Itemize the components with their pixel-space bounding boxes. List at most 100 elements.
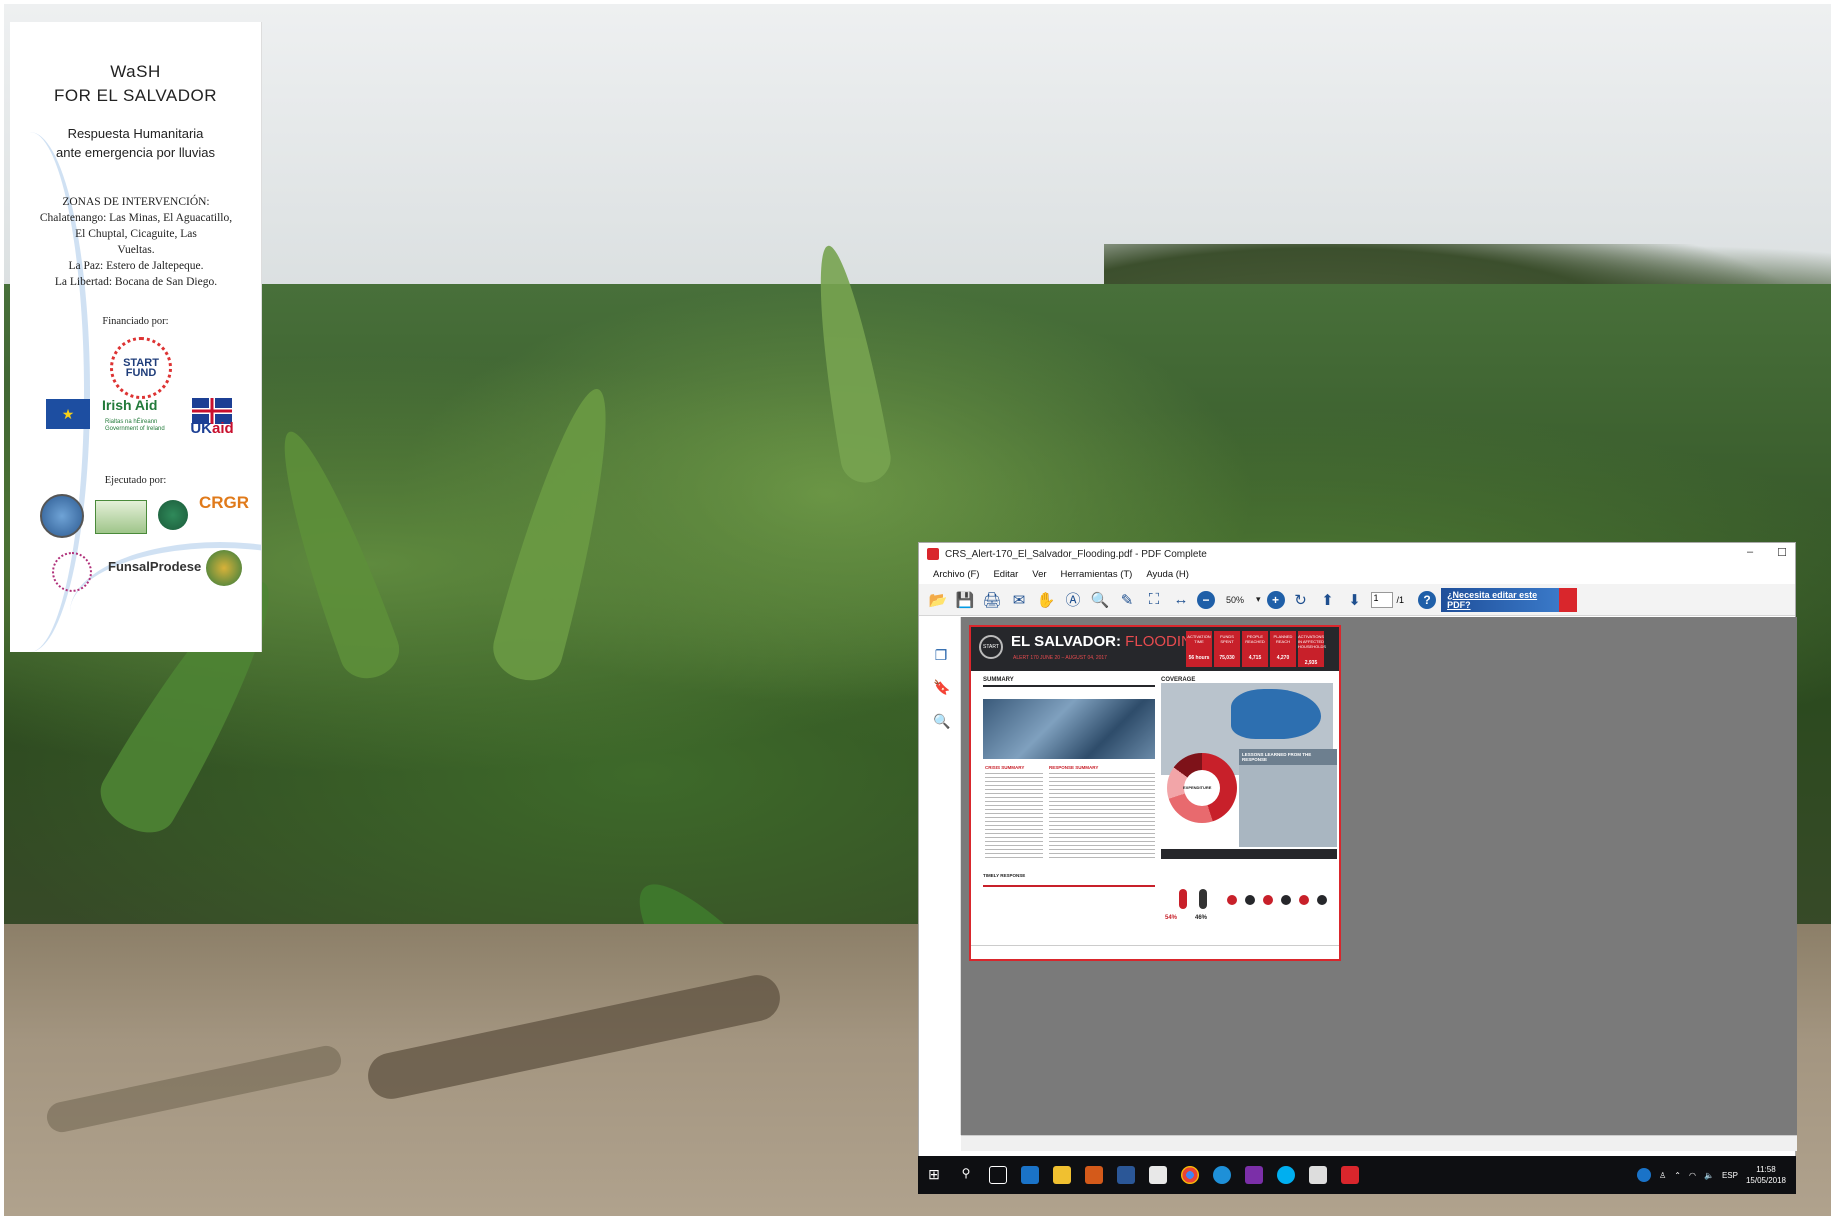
clock[interactable]: 11:58 15/05/2018 (1746, 1164, 1786, 1186)
zoom-level[interactable]: 50% (1226, 595, 1244, 605)
search-icon[interactable]: ⚲ (957, 1166, 975, 1184)
zones-line: El Chuptal, Cicaguite, Las (75, 228, 197, 240)
clock-time: 11:58 (1756, 1165, 1776, 1174)
pages-icon[interactable]: ❐ (933, 647, 949, 665)
pdf-window: CRS_Alert-170_El_Salvador_Flooding.pdf -… (918, 542, 1797, 1193)
start-fund-logo: START FUND (110, 337, 172, 399)
onenote-icon[interactable] (1245, 1166, 1263, 1184)
female-percent: 54% (1165, 915, 1178, 921)
help-icon[interactable]: ? (1418, 590, 1437, 609)
previous-page-icon[interactable]: ⬆ (1317, 589, 1339, 611)
male-figure-icon (1199, 889, 1207, 909)
email-icon[interactable]: ✉ (1008, 589, 1030, 611)
fit-page-icon[interactable]: ⛶ (1143, 589, 1165, 611)
stat-value: 4,715 (1248, 655, 1262, 661)
response-summary-text (1049, 773, 1155, 861)
open-folder-icon[interactable]: 📂 (927, 589, 949, 611)
volume-icon[interactable]: 🔈 (1704, 1171, 1714, 1180)
search-icon[interactable]: 🔍 (933, 713, 950, 731)
side-panel: ❐ 🔖 🔍 (919, 617, 961, 1135)
irish-aid-subtext: Rialtas na hÉireann Government of Irelan… (105, 419, 180, 433)
chrome-icon[interactable] (1181, 1166, 1199, 1184)
menu-ayuda[interactable]: Ayuda (H) (1146, 569, 1189, 580)
card-title-line2: FOR EL SALVADOR (53, 86, 218, 105)
menu-ver[interactable]: Ver (1032, 569, 1046, 580)
document-viewport[interactable]: START EL SALVADOR: FLOODING ALERT 170 JU… (961, 617, 1797, 1135)
timely-response-label: TIMELY RESPONSE (983, 873, 1026, 878)
print-icon[interactable]: 🖨 (981, 589, 1003, 611)
pdf-complete-taskbar-icon[interactable] (1341, 1166, 1359, 1184)
pdf-footer (971, 945, 1339, 959)
zoom-dropdown-icon[interactable]: ▾ (1256, 594, 1261, 605)
rotate-icon[interactable]: ↻ (1290, 589, 1312, 611)
partner-logo-icon (95, 500, 147, 534)
skype-icon[interactable] (1277, 1166, 1295, 1184)
people-icon[interactable]: ♙ (1659, 1171, 1666, 1180)
stat-label: ACTIVATIONS IN AFFECTED HOUSEHOLDS (1298, 634, 1327, 649)
next-page-icon[interactable]: ⬇ (1344, 589, 1366, 611)
funded-by-label: Financiado por: (102, 316, 169, 327)
maximize-button[interactable]: ☐ (1777, 546, 1787, 559)
title-bar[interactable]: CRS_Alert-170_El_Salvador_Flooding.pdf -… (919, 543, 1795, 565)
toolbar: 📂 💾 🖨 ✉ ✋ Ⓐ 🔍 ✎ ⛶ ↔ − 50% ▾ + ↻ ⬆ ⬇ 1 /1… (919, 584, 1795, 616)
pdf-header: START EL SALVADOR: FLOODING ALERT 170 JU… (971, 627, 1339, 671)
reach-label: REACH (1165, 858, 1181, 863)
word-icon[interactable] (1117, 1166, 1135, 1184)
wifi-icon[interactable]: ◠ (1689, 1171, 1696, 1180)
edit-icon[interactable]: ✎ (1116, 589, 1138, 611)
zones-line: La Libertad: Bocana de San Diego. (54, 276, 218, 288)
expenditure-label: EXPENDITURE (1183, 785, 1212, 790)
bookmark-icon[interactable]: 🔖 (933, 679, 950, 697)
stat-box: FUNDS SPENT 75,030 (1214, 631, 1240, 667)
menu-herramientas[interactable]: Herramientas (T) (1061, 569, 1133, 580)
crgr-logo: CRGR (198, 493, 250, 512)
help-tray-icon[interactable] (1637, 1168, 1652, 1182)
stat-box: ACTIVATIONS IN AFFECTED HOUSEHOLDS 2,935 (1298, 631, 1327, 667)
outlook-icon[interactable] (1021, 1166, 1039, 1184)
stat-label: ACTIVATION TIME (1187, 634, 1211, 644)
start-logo-icon: START (979, 635, 1003, 659)
file-explorer-icon[interactable] (1053, 1166, 1071, 1184)
windows-start-icon[interactable]: ⊞ (925, 1166, 943, 1184)
stat-box: PEOPLE REACHED 4,715 (1242, 631, 1268, 667)
crisis-summary-text (985, 773, 1043, 861)
page-number-input[interactable]: 1 (1370, 591, 1393, 608)
card-subtitle-line1: Respuesta Humanitaria (67, 126, 204, 141)
menu-bar: Archivo (F) Editar Ver Herramientas (T) … (919, 565, 1795, 583)
photos-icon[interactable] (1309, 1166, 1327, 1184)
page-total: /1 (1396, 594, 1405, 605)
zoom-tool-icon[interactable]: 🔍 (1089, 589, 1111, 611)
menu-editar[interactable]: Editar (993, 569, 1018, 580)
ukaid-uk: UK (190, 420, 212, 437)
edge-icon[interactable] (1213, 1166, 1231, 1184)
zoom-in-icon[interactable]: + (1266, 590, 1285, 609)
fit-width-icon[interactable]: ↔ (1170, 589, 1192, 611)
stat-value: 56 hours (1188, 655, 1210, 661)
pdf-date: ALERT 170 JUNE 20 – AUGUST 04, 2017 (1013, 655, 1107, 661)
pdf-page: START EL SALVADOR: FLOODING ALERT 170 JU… (969, 625, 1341, 961)
info-card: WaSH FOR EL SALVADOR Respuesta Humanitar… (10, 22, 262, 652)
zoom-out-icon[interactable]: − (1197, 590, 1215, 609)
media-player-icon[interactable] (1085, 1166, 1103, 1184)
horizontal-scrollbar[interactable] (961, 1135, 1797, 1151)
chevron-up-icon[interactable]: ⌃ (1674, 1171, 1681, 1180)
start-logo-text: FUND (125, 367, 157, 379)
task-view-icon[interactable] (989, 1166, 1007, 1184)
edit-pdf-ad-link[interactable]: ¿Necesita editar este PDF? (1441, 587, 1560, 612)
text-select-icon[interactable]: Ⓐ (1062, 589, 1084, 611)
hand-tool-icon[interactable]: ✋ (1035, 589, 1057, 611)
window-title: CRS_Alert-170_El_Salvador_Flooding.pdf -… (945, 548, 1207, 560)
age-group-dot (1245, 895, 1255, 905)
age-group-dot (1227, 895, 1237, 905)
store-icon[interactable] (1149, 1166, 1167, 1184)
menu-archivo[interactable]: Archivo (F) (933, 569, 979, 580)
input-language[interactable]: ESP (1722, 1171, 1738, 1180)
age-group-dot (1263, 895, 1273, 905)
stat-label: FUNDS SPENT (1220, 634, 1234, 644)
summary-heading: SUMMARY (983, 677, 1155, 687)
summary-photo (983, 699, 1155, 759)
card-title-line1: WaSH (110, 62, 161, 81)
irish-aid-subtext-line: Government of Ireland (105, 426, 165, 432)
minimize-button[interactable]: – (1747, 546, 1753, 559)
save-icon[interactable]: 💾 (954, 589, 976, 611)
